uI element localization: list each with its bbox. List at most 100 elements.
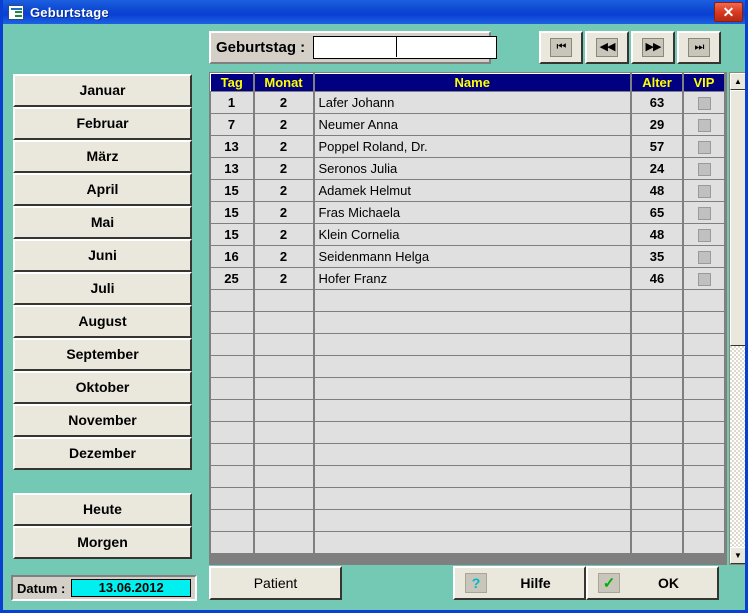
grid-header-row: Tag Monat Name Alter VIP [210, 73, 726, 92]
first-record-button[interactable]: ⏮ [539, 31, 583, 64]
cell-empty [631, 487, 684, 510]
table-row[interactable]: 15 2 Fras Michaela 65 [210, 201, 726, 224]
month-button-oktober[interactable]: Oktober [13, 371, 192, 404]
column-header-vip[interactable]: VIP [682, 73, 726, 92]
help-button[interactable]: ? Hilfe [453, 566, 586, 600]
month-button-november[interactable]: November [13, 404, 192, 437]
cell-name: Lafer Johann [313, 91, 632, 114]
month-button-januar[interactable]: Januar [13, 74, 192, 107]
table-row-empty[interactable] [210, 311, 726, 334]
cell-tag: 13 [210, 157, 255, 180]
table-row-empty[interactable] [210, 509, 726, 532]
cell-monat: 2 [253, 157, 315, 180]
cell-vip[interactable] [683, 91, 726, 114]
ok-button[interactable]: ✓ OK [586, 566, 719, 600]
close-button[interactable]: ✕ [714, 2, 743, 22]
table-row[interactable]: 15 2 Adamek Helmut 48 [210, 179, 726, 202]
cell-tag: 13 [210, 135, 255, 158]
table-row[interactable]: 13 2 Seronos Julia 24 [210, 157, 726, 180]
cell-vip[interactable] [683, 245, 726, 268]
cell-empty [253, 311, 315, 334]
cell-empty [631, 333, 684, 356]
cell-alter: 29 [631, 113, 684, 136]
table-row[interactable]: 13 2 Poppel Roland, Dr. 57 [210, 135, 726, 158]
cell-empty [210, 465, 255, 488]
table-row-empty[interactable] [210, 289, 726, 312]
next-record-button[interactable]: ▶▶ [631, 31, 675, 64]
vip-checkbox[interactable] [697, 119, 711, 133]
cell-alter: 63 [631, 91, 684, 114]
cell-monat: 2 [253, 245, 315, 268]
cell-vip[interactable] [683, 267, 726, 290]
cell-empty [253, 509, 315, 532]
cell-monat: 2 [253, 113, 315, 136]
cell-vip[interactable] [683, 201, 726, 224]
scroll-up-button[interactable]: ▲ [730, 73, 745, 90]
table-row[interactable]: 7 2 Neumer Anna 29 [210, 113, 726, 136]
cell-vip[interactable] [683, 113, 726, 136]
table-row-empty[interactable] [210, 355, 726, 378]
vip-checkbox[interactable] [697, 207, 711, 221]
table-row[interactable]: 25 2 Hofer Franz 46 [210, 267, 726, 290]
vip-checkbox[interactable] [697, 251, 711, 265]
table-row-empty[interactable] [210, 443, 726, 466]
month-button-februar[interactable]: Februar [13, 107, 192, 140]
column-header-tag[interactable]: Tag [210, 73, 255, 92]
cell-empty [313, 443, 632, 466]
table-row-empty[interactable] [210, 487, 726, 510]
table-row-empty[interactable] [210, 531, 726, 554]
cell-empty [631, 311, 684, 334]
action-button-heute[interactable]: Heute [13, 493, 192, 526]
scrollbar-track[interactable] [730, 90, 745, 547]
previous-record-button[interactable]: ◀◀ [585, 31, 629, 64]
month-button-april[interactable]: April [13, 173, 192, 206]
cell-empty [210, 289, 255, 312]
table-row[interactable]: 15 2 Klein Cornelia 48 [210, 223, 726, 246]
scrollbar-thumb[interactable] [730, 90, 745, 346]
month-button-mai[interactable]: Mai [13, 206, 192, 239]
cell-vip[interactable] [683, 179, 726, 202]
month-button-juli[interactable]: Juli [13, 272, 192, 305]
cell-empty [683, 487, 726, 510]
vip-checkbox[interactable] [697, 163, 711, 177]
cell-empty [631, 531, 684, 554]
cell-vip[interactable] [683, 157, 726, 180]
action-button-morgen[interactable]: Morgen [13, 526, 192, 559]
table-row-empty[interactable] [210, 399, 726, 422]
cell-vip[interactable] [683, 223, 726, 246]
cell-vip[interactable] [683, 135, 726, 158]
vip-checkbox[interactable] [697, 141, 711, 155]
month-button-august[interactable]: August [13, 305, 192, 338]
vip-checkbox[interactable] [697, 97, 711, 111]
cell-alter: 24 [631, 157, 684, 180]
cell-monat: 2 [253, 91, 315, 114]
column-header-monat[interactable]: Monat [253, 73, 315, 92]
cell-name: Adamek Helmut [313, 179, 632, 202]
table-row-empty[interactable] [210, 421, 726, 444]
patient-button[interactable]: Patient [209, 566, 342, 600]
birthday-grid[interactable]: Tag Monat Name Alter VIP 1 2 Lafer Johann 6… [209, 72, 727, 565]
scroll-down-button[interactable]: ▼ [730, 547, 745, 564]
search-input[interactable] [313, 36, 498, 59]
table-row[interactable]: 16 2 Seidenmann Helga 35 [210, 245, 726, 268]
column-header-name[interactable]: Name [313, 73, 632, 92]
cell-empty [253, 377, 315, 400]
vip-checkbox[interactable] [697, 229, 711, 243]
table-row-empty[interactable] [210, 465, 726, 488]
last-record-button[interactable]: ⏭ [677, 31, 721, 64]
table-row-empty[interactable] [210, 377, 726, 400]
grid-body: 1 2 Lafer Johann 63 7 2 Neumer Anna 29 13 2 Poppel… [210, 91, 726, 554]
vip-checkbox[interactable] [697, 273, 711, 287]
grid-scrollbar[interactable]: ▲ ▼ [729, 72, 745, 565]
column-header-alter[interactable]: Alter [630, 73, 684, 92]
table-row-empty[interactable] [210, 333, 726, 356]
cell-empty [313, 289, 632, 312]
help-button-label: Hilfe [520, 575, 551, 591]
month-button-september[interactable]: September [13, 338, 192, 371]
month-button-juni[interactable]: Juni [13, 239, 192, 272]
month-button-dezember[interactable]: Dezember [13, 437, 192, 470]
cell-empty [683, 443, 726, 466]
table-row[interactable]: 1 2 Lafer Johann 63 [210, 91, 726, 114]
month-button-märz[interactable]: März [13, 140, 192, 173]
vip-checkbox[interactable] [697, 185, 711, 199]
